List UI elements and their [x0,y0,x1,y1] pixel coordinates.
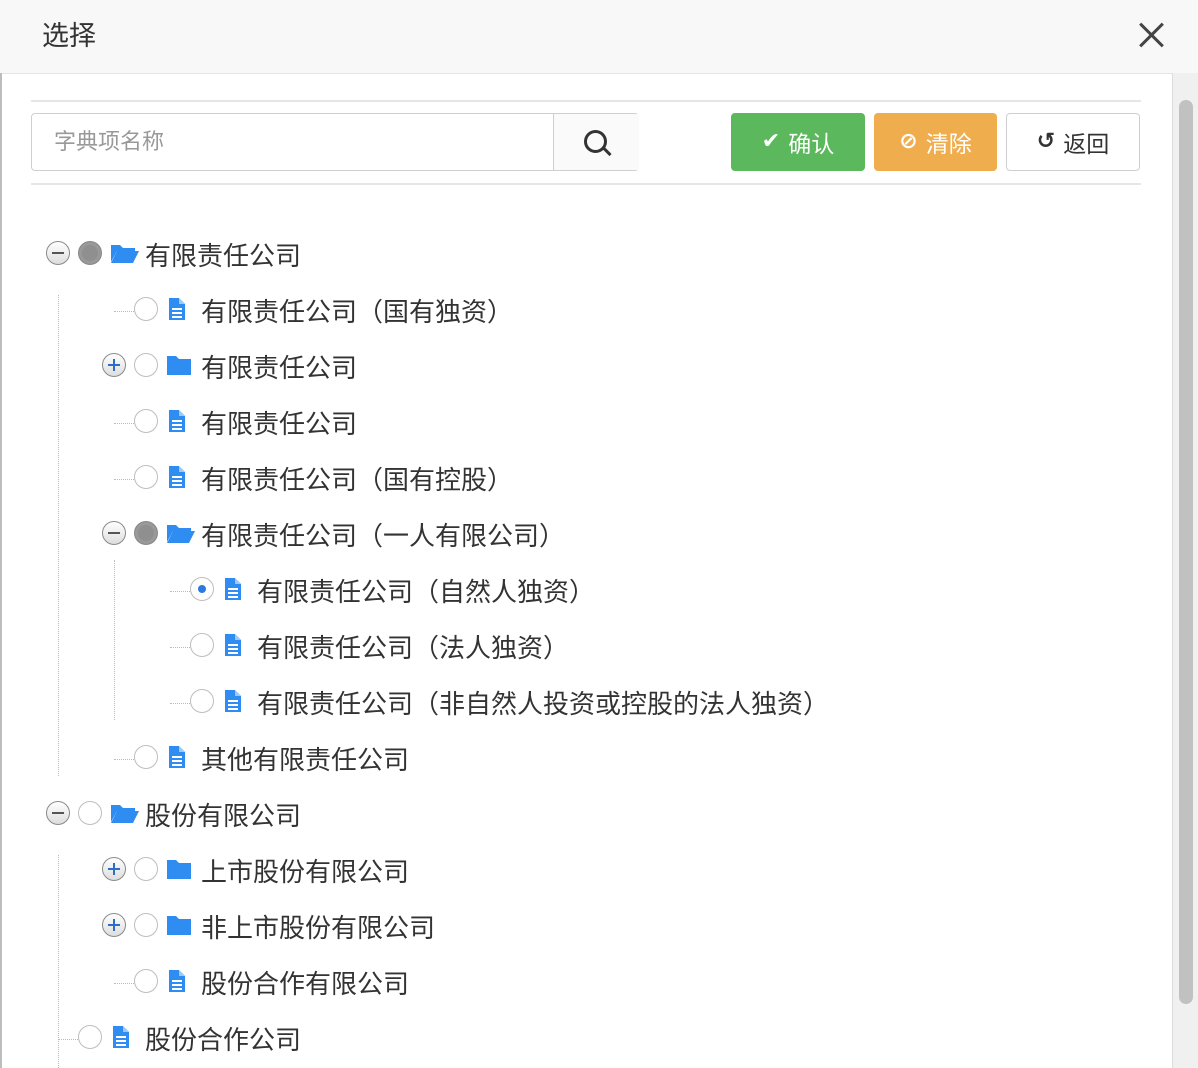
file-icon [166,409,192,433]
node-radio[interactable] [134,409,158,433]
node-radio[interactable] [134,745,158,769]
folder-icon [166,353,192,377]
node-label[interactable]: 有限责任公司 [201,348,357,385]
tree-node[interactable]: 上市股份有限公司 [0,844,1160,900]
node-label[interactable]: 有限责任公司（非自然人投资或控股的法人独资） [257,684,829,721]
folder-open-icon [166,521,195,545]
tree-node[interactable]: 有限责任公司（一人有限公司） [0,508,1160,564]
clear-label: 清除 [925,132,972,158]
node-label[interactable]: 股份合作有限公司 [201,964,409,1001]
tree-connector [114,983,136,984]
search-box [31,113,639,171]
node-radio[interactable] [134,969,158,993]
file-icon [166,745,192,769]
file-icon [166,297,192,321]
tree-node[interactable]: 其他有限责任公司 [0,732,1160,788]
node-label[interactable]: 有限责任公司 [145,236,301,273]
collapse-icon[interactable] [46,241,70,265]
node-label[interactable]: 其他有限责任公司 [201,740,409,777]
back-button[interactable]: ↺ 返回 [1006,113,1140,171]
divider-top [31,100,1141,102]
tree-connector [114,423,136,424]
node-radio[interactable] [134,521,158,545]
tree-connector [170,591,192,592]
node-radio[interactable] [134,465,158,489]
close-icon[interactable] [1136,20,1166,50]
ban-icon: ⊘ [899,129,918,154]
confirm-label: 确认 [788,132,835,158]
node-radio[interactable] [190,633,214,657]
file-icon [166,969,192,993]
dialog-header: 选择 [0,0,1198,74]
tree-node[interactable]: 有限责任公司（法人独资） [0,620,1160,676]
file-icon [222,577,248,601]
node-radio[interactable] [190,577,214,601]
undo-icon: ↺ [1036,129,1056,154]
tree-node[interactable]: 非上市股份有限公司 [0,900,1160,956]
file-icon [222,689,248,713]
back-label: 返回 [1063,132,1110,158]
tree-connector [58,1039,80,1040]
collapse-icon[interactable] [46,801,70,825]
confirm-button[interactable]: ✔ 确认 [731,113,865,171]
node-label[interactable]: 有限责任公司（国有控股） [201,460,513,497]
node-radio[interactable] [134,857,158,881]
folder-icon [166,913,192,937]
node-radio[interactable] [134,913,158,937]
tree-connector [114,479,136,480]
tree-node[interactable]: 有限责任公司（国有独资） [0,284,1160,340]
tree-connector [114,311,136,312]
node-radio[interactable] [134,297,158,321]
check-icon: ✔ [761,129,781,154]
folder-open-icon [110,241,139,265]
node-radio[interactable] [190,689,214,713]
folder-icon [166,857,192,881]
node-label[interactable]: 上市股份有限公司 [201,852,409,889]
expand-icon[interactable] [102,857,126,881]
folder-open-icon [110,801,139,825]
expand-icon[interactable] [102,353,126,377]
tree-connector [170,647,192,648]
tree-node[interactable]: 有限责任公司 [0,396,1160,452]
tree-node[interactable]: 有限责任公司（非自然人投资或控股的法人独资） [0,676,1160,732]
tree-node[interactable]: 有限责任公司（自然人独资） [0,564,1160,620]
file-icon [166,465,192,489]
file-icon [222,633,248,657]
tree-connector [114,759,136,760]
divider-bottom [31,183,1141,185]
search-button[interactable] [553,114,639,170]
node-radio[interactable] [78,1025,102,1049]
node-radio[interactable] [78,801,102,825]
expand-icon[interactable] [102,913,126,937]
node-label[interactable]: 有限责任公司（法人独资） [257,628,569,665]
search-icon [584,130,607,153]
collapse-icon[interactable] [102,521,126,545]
node-radio[interactable] [78,241,102,265]
node-label[interactable]: 有限责任公司（一人有限公司） [201,516,565,553]
node-radio[interactable] [134,353,158,377]
tree-connector [170,703,192,704]
clear-button[interactable]: ⊘ 清除 [874,113,997,171]
file-icon [110,1025,136,1049]
node-label[interactable]: 非上市股份有限公司 [201,908,435,945]
tree-node[interactable]: 股份合作有限公司 [0,956,1160,1012]
tree-node[interactable]: 有限责任公司 [0,340,1160,396]
tree-node[interactable]: 有限责任公司 [0,228,1160,284]
node-label[interactable]: 有限责任公司 [201,404,357,441]
node-label[interactable]: 有限责任公司（国有独资） [201,292,513,329]
dialog-title: 选择 [42,21,96,52]
tree-node[interactable]: 股份有限公司 [0,788,1160,844]
tree-node[interactable]: 有限责任公司（国有控股） [0,452,1160,508]
node-label[interactable]: 有限责任公司（自然人独资） [257,572,595,609]
search-input[interactable] [32,114,552,170]
scrollbar-thumb[interactable] [1179,100,1193,1004]
node-label[interactable]: 股份合作公司 [145,1020,301,1057]
tree-node[interactable]: 股份合作公司 [0,1012,1160,1068]
node-label[interactable]: 股份有限公司 [145,796,301,833]
